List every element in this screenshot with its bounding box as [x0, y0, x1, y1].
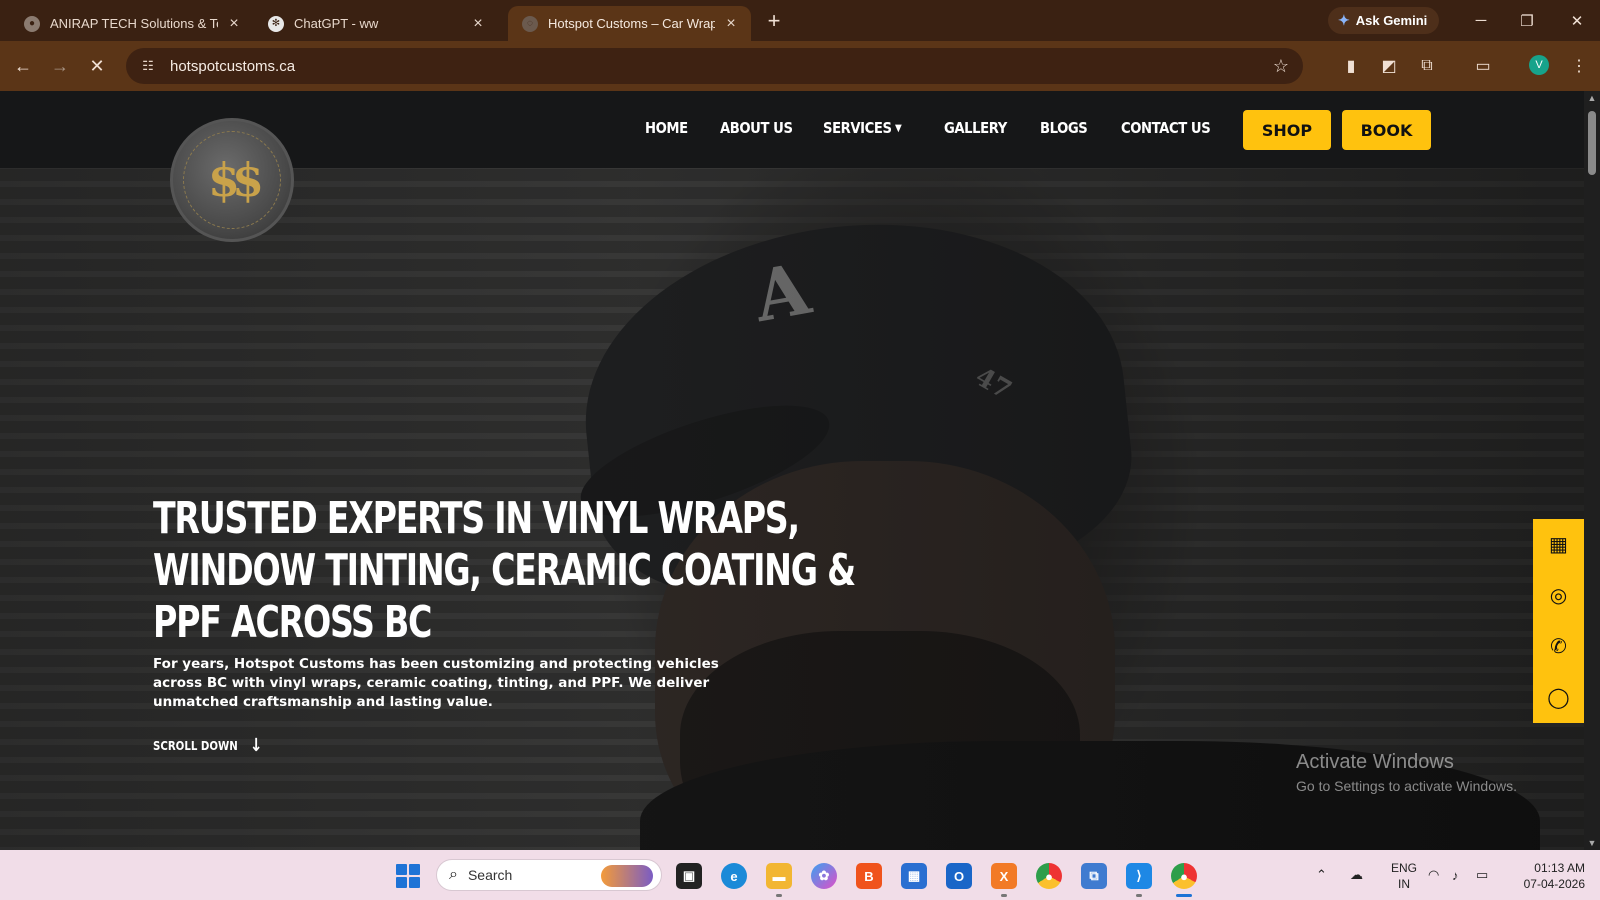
windows-taskbar: ⌕ Search ▣ e ▬ ✿ B ▦ O X ● ⧉ ⟩ ● ⌃ ☁ ENG…: [0, 850, 1600, 900]
restore-icon[interactable]: ❐: [1504, 0, 1550, 41]
wifi-icon[interactable]: ◠: [1428, 850, 1439, 900]
stop-loading-icon[interactable]: ✕: [84, 53, 110, 79]
close-icon[interactable]: ×: [721, 14, 741, 34]
forward-arrow-icon[interactable]: →: [47, 53, 73, 79]
phone-icon[interactable]: ✆: [1533, 621, 1584, 672]
taskbar-search-box[interactable]: ⌕ Search: [436, 859, 662, 891]
docs-extension-icon[interactable]: ▮: [1340, 55, 1362, 77]
tab-label: ChatGPT - ww: [294, 16, 379, 31]
activate-subtitle: Go to Settings to activate Windows.: [1296, 778, 1517, 794]
copilot-icon[interactable]: ✿: [811, 863, 837, 889]
globe-icon: ●: [24, 15, 40, 32]
nav-services[interactable]: SERVICES ▼: [823, 119, 902, 137]
vscode-icon[interactable]: ⟩: [1126, 863, 1152, 897]
microsoft-store-icon[interactable]: ▦: [901, 863, 927, 889]
puzzle-extensions-icon[interactable]: ⧉: [1416, 55, 1438, 77]
onedrive-icon[interactable]: ☁: [1350, 850, 1363, 900]
tab-chatgpt[interactable]: ✻ ChatGPT - ww ×: [254, 6, 498, 41]
chatgpt-icon: ✻: [268, 15, 284, 32]
url-text: hotspotcustoms.ca: [170, 57, 296, 75]
edge-icon[interactable]: e: [721, 863, 747, 889]
chrome-icon[interactable]: ●: [1036, 863, 1062, 889]
back-arrow-icon[interactable]: ←: [10, 53, 36, 79]
hero-description: For years, Hotspot Customs has been cust…: [153, 656, 719, 710]
nav-blogs[interactable]: BLOGS: [1040, 119, 1088, 137]
whatsapp-icon[interactable]: ◯: [1533, 672, 1584, 723]
hotspot-customs-logo[interactable]: $$: [170, 118, 294, 242]
page-scrollbar[interactable]: ▲ ▼: [1584, 91, 1600, 850]
browser-tabstrip: ● ANIRAP TECH Solutions & Tech × ✻ ChatG…: [0, 0, 1600, 41]
close-icon[interactable]: ×: [224, 14, 244, 34]
bookmark-star-icon[interactable]: ☆: [1273, 56, 1289, 77]
book-button[interactable]: BOOK: [1342, 110, 1431, 150]
tab-hotspot[interactable]: ◌ Hotspot Customs – Car Wraps & ×: [508, 6, 751, 41]
hero-title-line: PPF ACROSS BC: [153, 597, 432, 648]
task-view-icon[interactable]: ▣: [676, 863, 702, 889]
instagram-icon[interactable]: ◎: [1533, 570, 1584, 621]
scroll-up-icon[interactable]: ▲: [1587, 93, 1597, 103]
gemini-icon: ✦: [1338, 12, 1350, 28]
loading-icon: ◌: [522, 15, 538, 32]
chevron-up-icon[interactable]: ⌃: [1316, 850, 1327, 900]
plus-icon[interactable]: +: [762, 8, 786, 33]
browser-toolbar: ← → ✕ ☷ hotspotcustoms.ca ☆ ▮ ◩ ⧉ ▭ ⋮: [0, 41, 1600, 91]
floating-social-bar: ▦ ◎ ✆ ◯: [1533, 519, 1584, 723]
window-close-icon[interactable]: ✕: [1554, 0, 1600, 41]
nav-about-us[interactable]: ABOUT US: [720, 119, 793, 137]
tab-anirap[interactable]: ● ANIRAP TECH Solutions & Tech ×: [10, 6, 254, 41]
shop-button[interactable]: SHOP: [1243, 110, 1331, 150]
region-label: IN: [1398, 877, 1410, 891]
tab-label: ANIRAP TECH Solutions & Tech: [50, 16, 218, 31]
hero-title-line: TRUSTED EXPERTS IN VINYL WRAPS,: [153, 493, 800, 544]
ask-gemini-button[interactable]: ✦ Ask Gemini: [1328, 7, 1440, 34]
scroll-down-icon[interactable]: ▼: [1587, 838, 1597, 848]
nav-home[interactable]: HOME: [645, 119, 688, 137]
tab-search-icon[interactable]: ▭: [1472, 55, 1494, 77]
tab-label: Hotspot Customs – Car Wraps &: [548, 16, 715, 31]
volume-icon[interactable]: ♪: [1452, 850, 1459, 900]
address-bar[interactable]: ☷ hotspotcustoms.ca ☆: [126, 48, 1303, 84]
hero-title-line: WINDOW TINTING, CERAMIC COATING &: [153, 545, 856, 596]
scroll-down-label: SCROLL DOWN: [153, 738, 238, 753]
arrow-down-icon: ↓: [249, 735, 263, 756]
clock-date: 07-04-2026: [1523, 877, 1585, 891]
minimize-icon[interactable]: ─: [1458, 0, 1504, 41]
calendar-icon[interactable]: ▦: [1533, 519, 1584, 570]
brave-icon[interactable]: B: [856, 863, 882, 889]
profile-avatar[interactable]: V: [1529, 55, 1549, 75]
system-clock[interactable]: 01:13 AM 07-04-2026: [1505, 860, 1585, 892]
windows-start-icon[interactable]: [396, 864, 420, 888]
color-picker-extension-icon[interactable]: ◩: [1378, 55, 1400, 77]
chrome-profile-icon[interactable]: ●: [1171, 863, 1197, 897]
search-icon: ⌕: [449, 866, 458, 883]
search-highlight-icon: [601, 865, 653, 887]
battery-icon[interactable]: ▭: [1476, 850, 1488, 900]
caret-down-icon: ▼: [895, 123, 902, 134]
activate-windows-watermark: Activate Windows Go to Settings to activ…: [1296, 751, 1517, 794]
file-explorer-icon[interactable]: ▬: [766, 863, 792, 897]
outlook-icon[interactable]: O: [946, 863, 972, 889]
nav-gallery[interactable]: GALLERY: [944, 119, 1007, 137]
language-indicator[interactable]: ENG IN: [1384, 860, 1424, 892]
taskbar-search-placeholder: Search: [467, 867, 513, 883]
ask-gemini-label: Ask Gemini: [1355, 13, 1428, 28]
clock-time: 01:13 AM: [1534, 861, 1585, 875]
nav-contact-us[interactable]: CONTACT US: [1121, 119, 1211, 137]
scroll-down-link[interactable]: SCROLL DOWN ↓: [153, 735, 263, 756]
network-tool-icon[interactable]: ⧉: [1081, 863, 1107, 889]
xampp-icon[interactable]: X: [991, 863, 1017, 897]
menu-dots-icon[interactable]: ⋮: [1568, 55, 1590, 77]
site-info-icon[interactable]: ☷: [138, 56, 158, 76]
activate-title: Activate Windows: [1296, 751, 1454, 773]
close-icon[interactable]: ×: [468, 14, 488, 34]
language-label: ENG: [1390, 861, 1417, 875]
page-viewport: A 47 HOME ABOUT US SERVICES▼ GALLERY BLO…: [0, 91, 1584, 850]
scrollbar-thumb[interactable]: [1588, 111, 1596, 175]
hero-title: TRUSTED EXPERTS IN VINYL WRAPS, WINDOW T…: [153, 493, 856, 649]
nav-services-label: SERVICES: [823, 119, 892, 137]
